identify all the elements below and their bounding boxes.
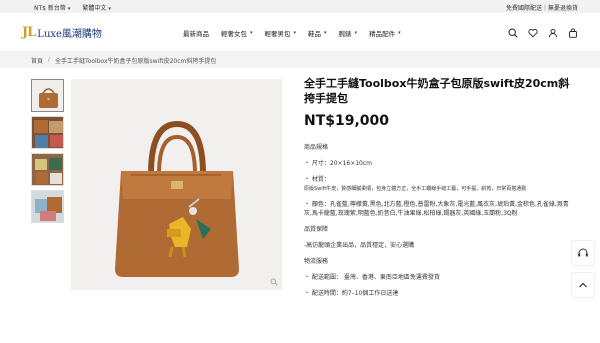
headset-icon (578, 248, 588, 257)
breadcrumb: 首頁 / 全手工手縫Toolbox牛奶盒子包原版swift皮20cm斜挎手提包 (0, 52, 600, 68)
spec-colors: ・ 顏色：孔雀藍,檸檬黃,黑色,北方藍,橙色,普雷粉,大象灰,電光藍,風衣灰,琥… (304, 201, 569, 217)
quality-heading: 品質保障 (304, 226, 329, 233)
chevron-down-icon: ▾ (354, 30, 358, 36)
spec-heading: 商品規格 (304, 144, 329, 151)
thumbnail-list (31, 79, 64, 223)
chevron-up-icon (579, 282, 587, 288)
thumbnail-4[interactable] (31, 190, 64, 223)
heart-icon[interactable] (526, 26, 539, 39)
back-to-top-button[interactable] (571, 272, 595, 298)
quality-text: -高仿龍頭企業出品，品質穩定，安心選購 (304, 242, 415, 249)
user-icon[interactable] (546, 26, 559, 39)
promo-text: 免費國際配送｜無憂退換貨 (505, 5, 578, 12)
customer-service-button[interactable] (571, 240, 595, 266)
spec-material-label: ・ 材質： (304, 176, 330, 183)
shipping-heading: 物流服務 (304, 258, 329, 265)
currency-selector[interactable]: NT$ 新台幣 ▾ (34, 3, 70, 12)
thumbnail-1[interactable] (31, 79, 64, 112)
chevron-down-icon: ▾ (250, 30, 253, 36)
breadcrumb-home[interactable]: 首頁 (31, 56, 43, 65)
site-header: JL Luxe風潮購物 最新商品 輕奢女包 ▾ 輕奢男包 ▾ 鞋品 ▾ 腕錶 ▾ 精品配… (0, 13, 600, 52)
nav-item-watches[interactable]: 腕錶 ▾ (339, 28, 358, 38)
nav-item-men-bags[interactable]: 輕奢男包 ▾ (265, 28, 297, 38)
main-nav: 最新商品 輕奢女包 ▾ 輕奢男包 ▾ 鞋品 ▾ 腕錶 ▾ 精品配件 ▾ (183, 28, 401, 38)
product-info: 全手工手縫Toolbox牛奶盒子包原版swift皮20cm斜挎手提包 NT$19… (304, 76, 574, 305)
caret-down-icon: ▾ (108, 6, 111, 12)
thumbnail-2[interactable] (31, 116, 64, 149)
breadcrumb-current: 全手工手縫Toolbox牛奶盒子包原版swift皮20cm斜挎手提包 (55, 58, 217, 65)
breadcrumb-separator: / (48, 56, 51, 63)
search-icon[interactable] (506, 26, 519, 39)
product-title: 全手工手縫Toolbox牛奶盒子包原版swift皮20cm斜挎手提包 (304, 77, 570, 105)
nav-item-new[interactable]: 最新商品 (183, 28, 209, 38)
logo-name: Luxe風潮購物 (37, 29, 102, 40)
chevron-down-icon: ▾ (324, 30, 327, 36)
nav-item-accessories[interactable]: 精品配件 ▾ (369, 28, 401, 38)
logo[interactable]: JL Luxe風潮購物 (22, 25, 102, 40)
shipping-time: ・ 配送時間：約7–10個工作日送達 (304, 290, 399, 297)
logo-mark: JL (22, 25, 36, 40)
nav-item-women-bags[interactable]: 輕奢女包 ▾ (221, 28, 253, 38)
header-icons (506, 26, 579, 39)
main-product-image[interactable] (71, 79, 282, 290)
spec-size: ・ 尺寸：20×16×10cm (304, 160, 373, 167)
nav-item-shoes[interactable]: 鞋品 ▾ (308, 28, 327, 38)
top-utility-bar: NT$ 新台幣 ▾ 繁體中文 ▾ 免費國際配送｜無憂退換貨 (0, 0, 600, 13)
shipping-range: ・ 配送範圍： 臺灣、香港、東南亞地區免運費發貨 (304, 274, 440, 281)
zoom-icon[interactable] (270, 278, 278, 288)
chevron-down-icon: ▾ (293, 30, 297, 36)
bag-icon[interactable] (566, 26, 579, 39)
product-price: NT$19,000 (304, 113, 390, 129)
product-description: 商品規格 ・ 尺寸：20×16×10cm ・ 材質： 原版Swift牛皮，質感細… (304, 143, 574, 298)
spec-material-text: 原版Swift牛皮，質感細膩柔順，包身立體方正，全手工蠟線手縫工藝，可手提、斜挎… (304, 186, 527, 192)
language-selector[interactable]: 繁體中文 ▾ (82, 3, 111, 12)
caret-down-icon: ▾ (67, 6, 71, 12)
thumbnail-3[interactable] (31, 153, 64, 186)
chevron-down-icon: ▾ (398, 30, 401, 36)
handbag-image (71, 79, 282, 290)
